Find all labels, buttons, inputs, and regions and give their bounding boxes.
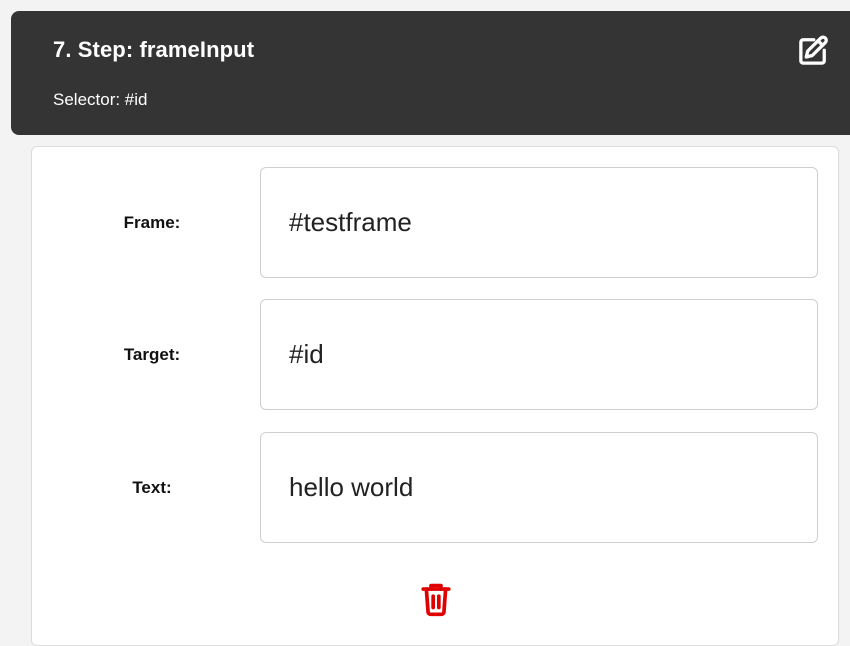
delete-step-button[interactable] <box>418 579 454 619</box>
frame-input[interactable] <box>260 167 818 278</box>
edit-step-button[interactable] <box>791 29 835 73</box>
target-input[interactable] <box>260 299 818 410</box>
step-header: 7. Step: frameInput Selector: #id <box>11 11 850 135</box>
trash-icon <box>421 583 451 617</box>
text-input[interactable] <box>260 432 818 543</box>
step-card: 7. Step: frameInput Selector: #id Frame:… <box>11 11 850 646</box>
step-selector: Selector: #id <box>53 90 148 109</box>
frame-field-row: Frame: <box>32 167 838 279</box>
text-label: Text: <box>132 478 172 497</box>
frame-label: Frame: <box>123 213 181 232</box>
step-body: Frame: Target: Text: <box>31 146 839 646</box>
text-field-row: Text: <box>32 432 838 544</box>
target-field-row: Target: <box>32 299 838 411</box>
target-label: Target: <box>123 345 181 364</box>
edit-pencil-icon <box>799 35 828 65</box>
step-title: 7. Step: frameInput <box>53 37 255 62</box>
